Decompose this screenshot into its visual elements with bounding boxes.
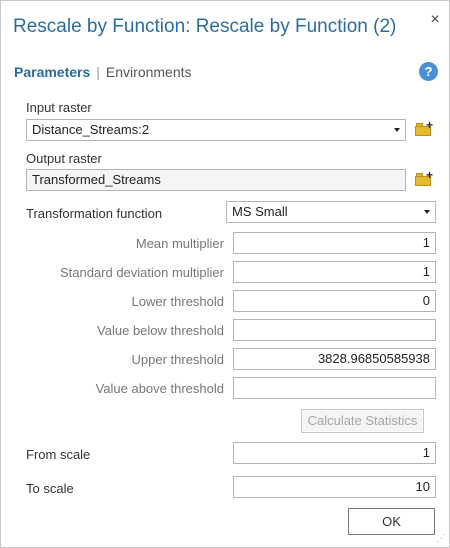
value-below-label: Value below threshold: [97, 323, 224, 338]
output-raster-label: Output raster: [26, 151, 102, 166]
value-above-input[interactable]: [233, 377, 436, 399]
value-below-input[interactable]: [233, 319, 436, 341]
chevron-down-icon: [424, 210, 430, 214]
from-scale-input[interactable]: 1: [233, 442, 436, 464]
value-above-label: Value above threshold: [95, 381, 224, 396]
tab-environments[interactable]: Environments: [106, 64, 192, 80]
ok-button[interactable]: OK: [348, 508, 435, 535]
help-icon[interactable]: ?: [419, 62, 438, 81]
folder-add-icon[interactable]: +: [415, 169, 433, 186]
std-multiplier-input[interactable]: 1: [233, 261, 436, 283]
calculate-statistics-button[interactable]: Calculate Statistics: [301, 409, 424, 433]
input-raster-select[interactable]: Distance_Streams:2: [26, 119, 406, 141]
upper-threshold-input[interactable]: 3828.96850585938: [233, 348, 436, 370]
upper-threshold-label: Upper threshold: [131, 352, 225, 367]
from-scale-label: From scale: [26, 447, 91, 462]
transformation-label: Transformation function: [26, 206, 163, 221]
input-raster-value: Distance_Streams:2: [32, 122, 150, 137]
dialog-title: Rescale by Function: Rescale by Function…: [13, 16, 397, 37]
mean-multiplier-input[interactable]: 1: [233, 232, 436, 254]
chevron-down-icon: [394, 128, 400, 132]
mean-multiplier-label: Mean multiplier: [135, 236, 224, 251]
std-multiplier-label: Standard deviation multiplier: [59, 265, 224, 280]
lower-threshold-input[interactable]: 0: [233, 290, 436, 312]
rescale-dialog: Rescale by Function: Rescale by Function…: [0, 0, 450, 548]
close-icon[interactable]: ×: [427, 10, 443, 30]
to-scale-input[interactable]: 10: [233, 476, 436, 498]
to-scale-label: To scale: [26, 481, 74, 496]
input-raster-label: Input raster: [26, 100, 92, 115]
lower-threshold-label: Lower threshold: [131, 294, 225, 309]
transformation-select[interactable]: MS Small: [226, 201, 436, 223]
transformation-value: MS Small: [232, 204, 288, 219]
tab-bar: Parameters | Environments: [14, 64, 192, 82]
output-raster-field[interactable]: Transformed_Streams: [26, 169, 406, 191]
resize-grip-icon[interactable]: ⋰: [436, 533, 446, 544]
tab-parameters[interactable]: Parameters: [14, 64, 90, 80]
folder-add-icon[interactable]: +: [415, 119, 433, 136]
tab-separator: |: [96, 64, 100, 80]
output-raster-value: Transformed_Streams: [32, 172, 161, 187]
